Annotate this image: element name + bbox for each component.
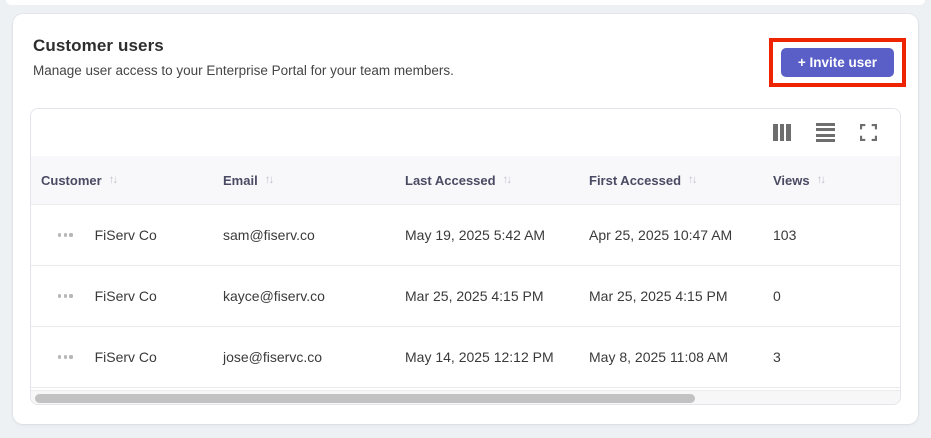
users-table: Customer ↑↓ Email ↑↓ Last Accessed ↑↓ Fi…	[30, 108, 901, 405]
last-accessed-cell: May 14, 2025 12:12 PM	[405, 349, 554, 365]
first-accessed-cell: Apr 25, 2025 10:47 AM	[589, 227, 733, 243]
invite-user-button[interactable]: + Invite user	[780, 48, 894, 77]
sort-icon[interactable]: ↑↓	[109, 174, 118, 186]
column-header-email[interactable]: Email ↑↓	[213, 173, 395, 188]
customer-users-card: Customer users Manage user access to you…	[13, 14, 918, 424]
email-cell: sam@fiserv.co	[223, 227, 315, 243]
views-cell: 3	[773, 349, 781, 365]
sort-icon[interactable]: ↑↓	[688, 174, 697, 186]
customer-cell: FiServ Co	[94, 288, 157, 304]
views-cell: 0	[773, 288, 781, 304]
last-accessed-cell: Mar 25, 2025 4:15 PM	[405, 288, 544, 304]
table-row[interactable]: FiServ Co kayce@fiserv.co Mar 25, 2025 4…	[31, 266, 900, 327]
row-menu-icon[interactable]	[58, 349, 73, 365]
sort-icon[interactable]: ↑↓	[265, 174, 274, 186]
row-menu-icon[interactable]	[58, 227, 73, 243]
table-toolbar	[31, 109, 900, 156]
first-accessed-cell: May 8, 2025 11:08 AM	[589, 349, 729, 365]
views-cell: 103	[773, 227, 797, 243]
column-header-views[interactable]: Views ↑↓	[763, 173, 900, 188]
column-header-customer[interactable]: Customer ↑↓	[31, 173, 213, 188]
table-header-row: Customer ↑↓ Email ↑↓ Last Accessed ↑↓ Fi…	[31, 156, 900, 205]
email-cell: jose@fiservc.co	[223, 349, 323, 365]
fullscreen-icon[interactable]	[858, 123, 878, 143]
columns-view-icon[interactable]	[772, 123, 792, 143]
customer-cell: FiServ Co	[94, 227, 157, 243]
email-cell: kayce@fiserv.co	[223, 288, 325, 304]
horizontal-scrollbar[interactable]	[31, 390, 900, 404]
column-header-last-accessed[interactable]: Last Accessed ↑↓	[395, 173, 579, 188]
last-accessed-cell: May 19, 2025 5:42 AM	[405, 227, 546, 243]
table-row[interactable]: FiServ Co jose@fiservc.co May 14, 2025 1…	[31, 327, 900, 388]
row-menu-icon[interactable]	[58, 288, 73, 304]
sort-icon[interactable]: ↑↓	[817, 174, 826, 186]
column-header-first-accessed[interactable]: First Accessed ↑↓	[579, 173, 763, 188]
highlight-annotation-box: + Invite user	[768, 38, 906, 87]
table-row[interactable]: FiServ Co sam@fiserv.co May 19, 2025 5:4…	[31, 205, 900, 266]
list-view-icon[interactable]	[815, 123, 835, 143]
customer-cell: FiServ Co	[94, 349, 157, 365]
scrollbar-thumb[interactable]	[35, 393, 696, 403]
first-accessed-cell: Mar 25, 2025 4:15 PM	[589, 288, 728, 304]
sort-icon[interactable]: ↑↓	[503, 174, 512, 186]
top-edge-element	[6, 0, 925, 5]
